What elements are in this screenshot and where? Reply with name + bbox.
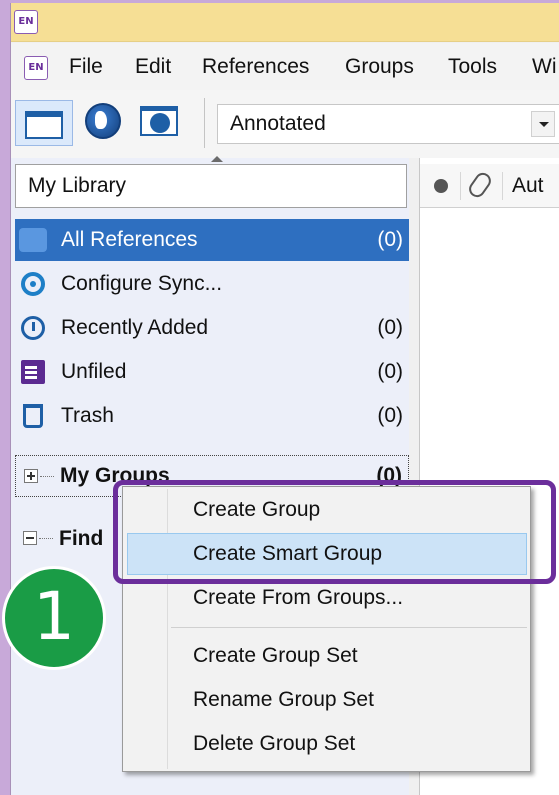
library-selector[interactable]: My Library xyxy=(15,156,407,208)
group-item-label: Unfiled xyxy=(61,360,127,383)
integrated-library-icon xyxy=(140,106,178,136)
menu-file[interactable]: File xyxy=(69,55,103,79)
all-references-icon xyxy=(19,228,47,252)
online-search-icon xyxy=(85,103,121,139)
menu-tools[interactable]: Tools xyxy=(448,55,497,79)
menu-edit[interactable]: Edit xyxy=(135,55,171,79)
menu-groups[interactable]: Groups xyxy=(345,55,414,79)
group-item-recently-added[interactable]: Recently Added (0) xyxy=(15,307,409,349)
endnote-app-menu-icon[interactable]: EN xyxy=(24,56,48,80)
group-item-count: (0) xyxy=(377,360,403,383)
column-divider[interactable] xyxy=(460,172,461,200)
local-library-mode-button[interactable] xyxy=(15,100,73,146)
trash-icon xyxy=(23,404,43,428)
local-library-icon xyxy=(25,111,63,139)
find-node[interactable]: Find xyxy=(15,518,125,560)
title-bar: EN xyxy=(11,3,559,42)
unfiled-icon xyxy=(21,360,45,384)
menu-item-create-group-set[interactable]: Create Group Set xyxy=(193,641,358,671)
menu-separator xyxy=(171,627,527,628)
integrated-library-mode-button[interactable] xyxy=(137,100,183,146)
group-item-count: (0) xyxy=(377,228,403,251)
find-label: Find xyxy=(59,527,104,550)
library-mode-dropdown[interactable]: Annotated xyxy=(217,104,559,144)
toolbar: Annotated xyxy=(11,90,559,158)
group-item-label: Recently Added xyxy=(61,316,209,339)
sort-caret-icon xyxy=(211,156,223,162)
toolbar-separator xyxy=(204,98,205,148)
column-divider[interactable] xyxy=(502,172,503,200)
recently-added-icon xyxy=(21,316,45,340)
collapse-minus-icon[interactable] xyxy=(23,531,37,545)
group-item-unfiled[interactable]: Unfiled (0) xyxy=(15,351,409,393)
chevron-down-icon[interactable] xyxy=(531,111,555,137)
menu-item-create-from-groups[interactable]: Create From Groups... xyxy=(193,583,403,613)
library-mode-value: Annotated xyxy=(230,112,326,135)
expand-plus-icon[interactable] xyxy=(24,469,38,483)
author-column-header[interactable]: Aut xyxy=(512,164,544,208)
library-selector-label: My Library xyxy=(28,174,127,197)
sync-icon xyxy=(21,272,45,296)
group-item-label: Configure Sync... xyxy=(61,272,223,295)
step-number-badge: 1 xyxy=(2,566,106,670)
group-item-count: (0) xyxy=(377,316,403,339)
tree-connector xyxy=(40,476,54,477)
group-item-label: All References xyxy=(61,228,198,251)
annotation-highlight-box xyxy=(113,480,556,584)
group-item-trash[interactable]: Trash (0) xyxy=(15,395,409,437)
reference-list-header: Aut xyxy=(420,164,559,208)
attachment-icon[interactable] xyxy=(465,169,495,201)
read-status-icon[interactable] xyxy=(434,179,448,193)
menu-item-rename-group-set[interactable]: Rename Group Set xyxy=(193,685,374,715)
group-item-label: Trash xyxy=(61,404,114,427)
menu-references[interactable]: References xyxy=(202,55,309,79)
online-search-mode-button[interactable] xyxy=(81,100,127,146)
endnote-logo-icon: EN xyxy=(14,10,38,34)
group-item-all-references[interactable]: All References (0) xyxy=(15,219,409,261)
tree-connector xyxy=(39,538,53,539)
menu-bar: EN File Edit References Groups Tools Wi xyxy=(11,43,559,90)
menu-window[interactable]: Wi xyxy=(532,55,557,79)
group-item-configure-sync[interactable]: Configure Sync... xyxy=(15,263,409,305)
group-item-count: (0) xyxy=(377,404,403,427)
menu-item-delete-group-set[interactable]: Delete Group Set xyxy=(193,729,355,759)
